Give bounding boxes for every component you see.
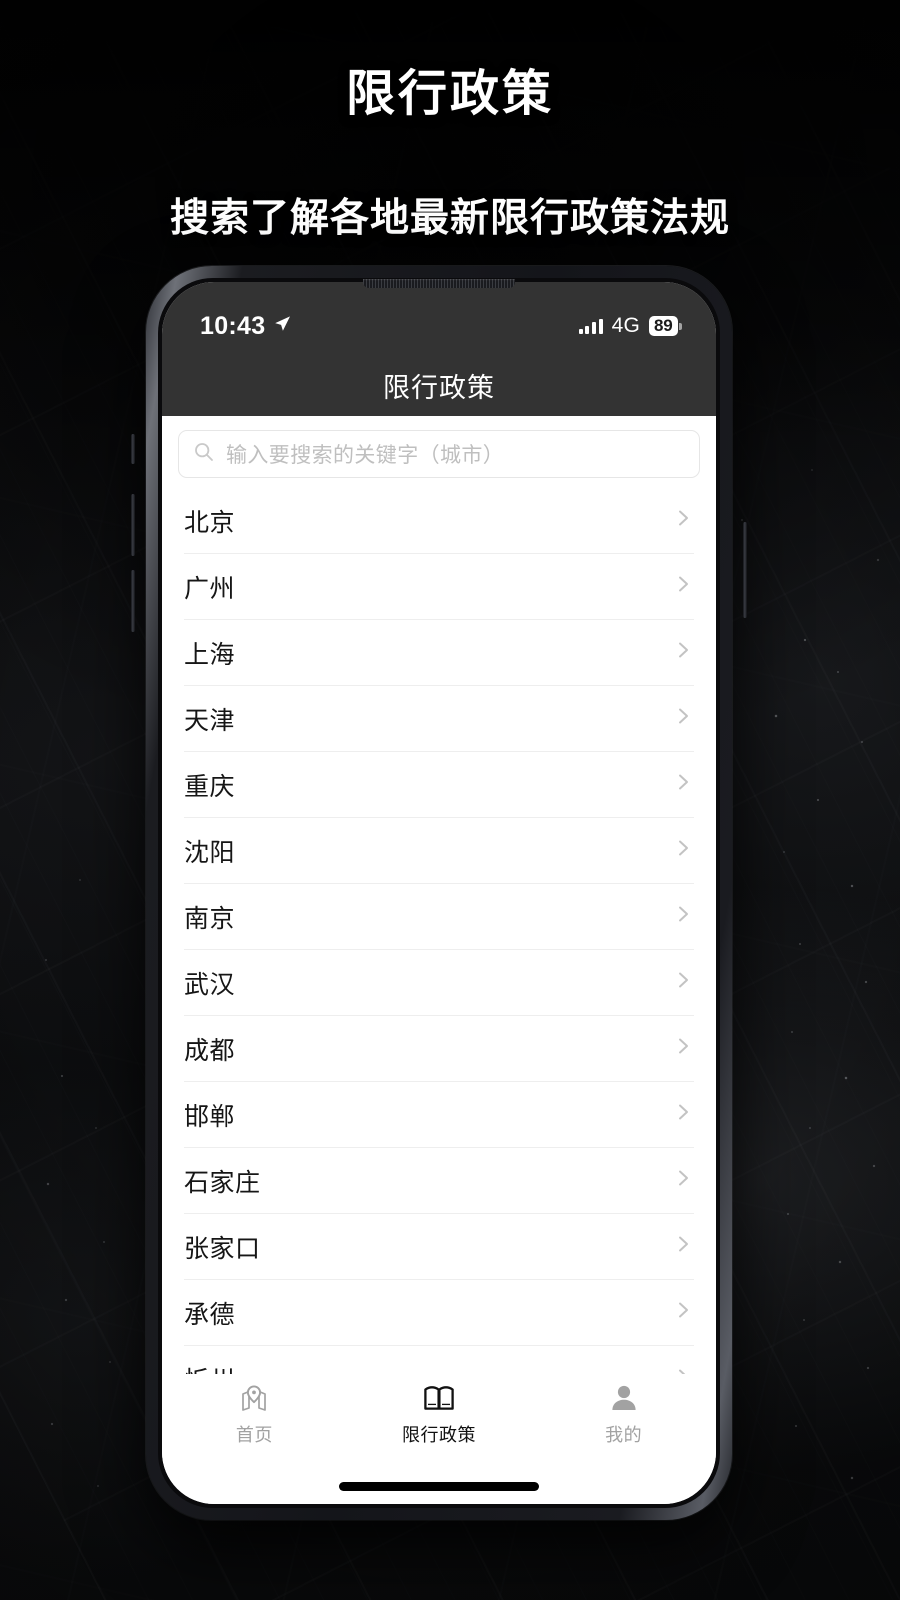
city-name: 沈阳 [184,838,236,867]
mute-switch[interactable] [131,434,135,464]
promo-subtitle: 搜索了解各地最新限行政策法规 [169,197,730,240]
earpiece-speaker [363,279,515,288]
city-row[interactable]: 北京 [184,488,694,554]
city-row[interactable]: 武汉 [184,950,694,1016]
chevron-right-icon [672,837,694,864]
city-row[interactable]: 成都 [184,1016,694,1082]
chevron-right-icon [672,1035,694,1062]
nav-bar: 限行政策 [162,354,716,416]
chevron-right-icon [672,1366,694,1374]
chevron-right-icon [672,771,694,798]
phone-bezel: 10:43 4G 89 限行政策 输入要搜索的关键字（城市） 北京 广州 上海 … [158,278,720,1508]
phone-screen: 10:43 4G 89 限行政策 输入要搜索的关键字（城市） 北京 广州 上海 … [162,282,716,1504]
city-row[interactable]: 承德 [184,1280,694,1346]
chevron-right-icon [672,639,694,666]
status-bar: 10:43 4G 89 [162,282,716,354]
location-arrow-icon [272,314,292,339]
battery-percent: 89 [648,316,678,336]
promo-text-block: 限行政策 搜索了解各地最新限行政策法规 [0,0,900,243]
chevron-right-icon [672,705,694,732]
search-placeholder: 输入要搜索的关键字（城市） [226,444,505,467]
city-name: 张家口 [184,1234,261,1263]
status-time: 10:43 [200,311,266,340]
promo-stage: 限行政策 搜索了解各地最新限行政策法规 10:43 4G 89 限行政策 输入要… [0,0,900,1600]
open-book-icon [423,1382,455,1414]
city-name: 南京 [184,904,236,933]
tab-item[interactable]: 限行政策 [347,1382,532,1447]
city-name: 忻州 [184,1361,235,1374]
city-row[interactable]: 石家庄 [184,1148,694,1214]
map-pin-icon [239,1382,269,1414]
city-list[interactable]: 北京广州上海天津重庆沈阳南京武汉成都邯郸石家庄张家口承德忻州 [162,488,716,1374]
city-row[interactable]: 上海 [184,620,694,686]
chevron-right-icon [672,903,694,930]
battery-cap [679,322,682,330]
city-row[interactable]: 南京 [184,884,694,950]
city-row[interactable]: 张家口 [184,1214,694,1280]
chevron-right-icon [672,1233,694,1260]
city-name: 天津 [184,706,236,735]
city-row[interactable]: 重庆 [184,752,694,818]
city-name: 邯郸 [184,1102,236,1131]
city-row[interactable]: 邯郸 [184,1082,694,1148]
chevron-right-icon [672,969,694,996]
chevron-right-icon [672,573,694,600]
city-name: 武汉 [184,970,236,999]
city-row[interactable]: 天津 [184,686,694,752]
search-input[interactable]: 输入要搜索的关键字（城市） [178,430,700,478]
status-bar-right: 4G 89 [578,314,682,338]
status-bar-left: 10:43 [200,312,292,341]
content-area: 输入要搜索的关键字（城市） 北京广州上海天津重庆沈阳南京武汉成都邯郸石家庄张家口… [162,416,716,1374]
home-indicator[interactable] [339,1482,539,1491]
tab-bar[interactable]: 首页 限行政策 我的 [162,1374,716,1470]
phone-mockup: 10:43 4G 89 限行政策 输入要搜索的关键字（城市） 北京 广州 上海 … [131,266,747,1520]
chevron-right-icon [672,1167,694,1194]
chevron-right-icon [672,1299,694,1326]
tab-item[interactable]: 首页 [162,1382,347,1447]
battery-indicator: 89 [648,316,682,336]
promo-title: 限行政策 [345,67,554,121]
chevron-right-icon [672,1101,694,1128]
city-name: 重庆 [184,772,236,801]
city-name: 广州 [184,574,236,603]
tab-label: 限行政策 [402,1425,476,1445]
volume-down-button[interactable] [131,570,135,632]
power-button[interactable] [743,522,747,618]
network-label: 4G [611,314,640,337]
search-container: 输入要搜索的关键字（城市） [162,416,716,488]
tab-label: 我的 [605,1425,643,1445]
signal-bars-icon [578,318,603,334]
city-name: 上海 [184,640,236,669]
city-row[interactable]: 沈阳 [184,818,694,884]
city-row[interactable]: 广州 [184,554,694,620]
person-icon [609,1382,639,1414]
page-title: 限行政策 [383,372,495,403]
chevron-right-icon [672,507,694,534]
city-name: 承德 [184,1300,236,1329]
city-name: 石家庄 [184,1168,261,1197]
volume-up-button[interactable] [131,494,135,556]
search-icon [193,441,215,468]
city-name: 成都 [184,1036,236,1065]
city-name: 北京 [184,508,236,537]
city-row[interactable]: 忻州 [184,1346,694,1374]
tab-item[interactable]: 我的 [531,1382,716,1447]
tab-label: 首页 [235,1425,273,1445]
